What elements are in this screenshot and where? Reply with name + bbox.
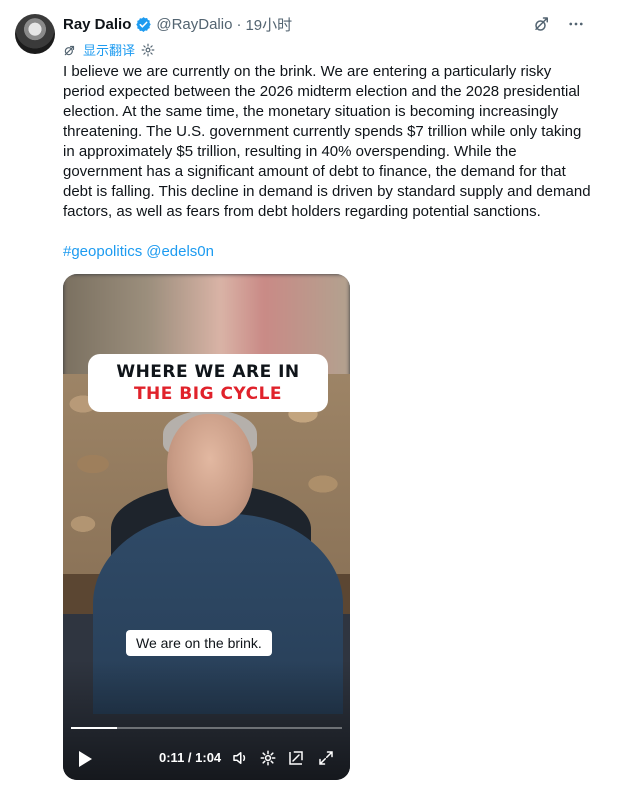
- more-icon[interactable]: [566, 14, 586, 34]
- translate-icon: [64, 45, 75, 55]
- verified-badge-icon: [136, 16, 152, 32]
- video-progress-bar[interactable]: [71, 727, 342, 729]
- tweet-tags: #geopolitics @edels0n: [63, 242, 218, 262]
- video-person-head: [167, 414, 253, 526]
- tweet-time[interactable]: 19小时: [245, 14, 292, 35]
- author-handle[interactable]: @RayDalio: [156, 16, 232, 33]
- hashtag-link[interactable]: #geopolitics: [63, 243, 142, 260]
- dock-icon[interactable]: [287, 749, 305, 767]
- tweet-text: I believe we are currently on the brink.…: [63, 63, 591, 220]
- volume-icon[interactable]: [231, 749, 249, 767]
- video-time-readout: 0:11 / 1:04: [159, 750, 222, 765]
- separator-dot: ·: [236, 15, 242, 33]
- gear-icon[interactable]: [259, 749, 277, 767]
- video-title-card: WHERE WE ARE IN THE BIG CYCLE: [88, 354, 328, 412]
- video-progress-fill: [71, 727, 118, 729]
- video-title-line1: WHERE WE ARE IN: [116, 362, 300, 382]
- avatar[interactable]: [15, 14, 55, 54]
- translate-link[interactable]: 显示翻译: [83, 40, 135, 59]
- video-title-line2: THE BIG CYCLE: [133, 384, 283, 404]
- tweet-actions-top: [532, 14, 586, 34]
- fullscreen-icon[interactable]: [317, 749, 335, 767]
- tweet-header: Ray Dalio @RayDalio · 19小时: [63, 14, 292, 34]
- grok-icon[interactable]: [532, 14, 552, 34]
- author-name[interactable]: Ray Dalio: [63, 16, 131, 33]
- mention-link[interactable]: @edels0n: [146, 243, 214, 260]
- translate-row: 显示翻译: [63, 40, 155, 59]
- gear-icon[interactable]: [141, 43, 155, 57]
- play-icon[interactable]: [76, 749, 94, 769]
- video-player[interactable]: WHERE WE ARE IN THE BIG CYCLE We are on …: [63, 274, 350, 780]
- video-caption: We are on the brink.: [126, 630, 272, 656]
- video-controls: 0:11 / 1:04: [63, 748, 350, 770]
